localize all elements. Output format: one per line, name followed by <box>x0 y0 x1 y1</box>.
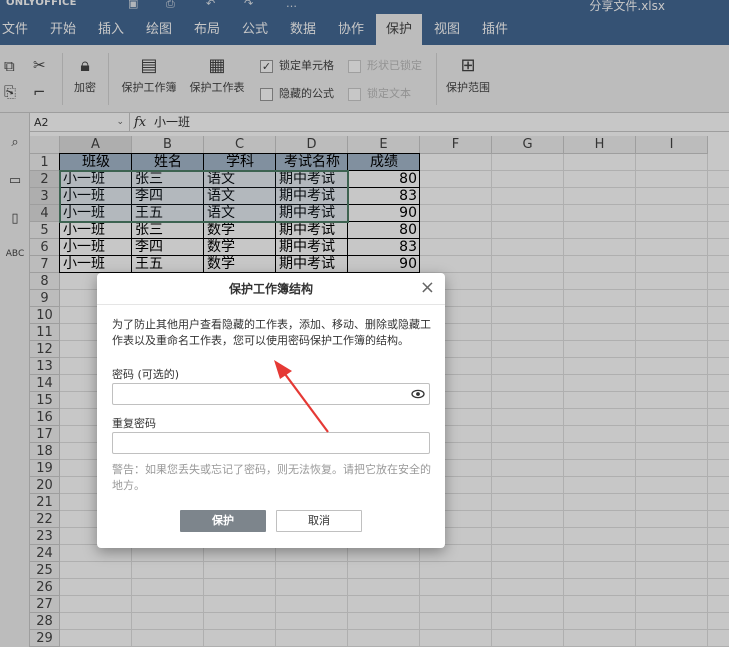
repeat-password-label: 重复密码 <box>112 417 156 430</box>
eye-icon[interactable] <box>411 387 425 401</box>
dialog-description: 为了防止其他用户查看隐藏的工作表，添加、移动、删除或隐藏工作表以及重命名工作表，… <box>112 318 431 347</box>
close-icon[interactable]: × <box>420 278 435 298</box>
warning-text: 警告：如果您丢失或忘记了密码，则无法恢复。请把它放在安全的地方。 <box>112 463 431 492</box>
repeat-password-field[interactable] <box>112 432 430 454</box>
cancel-button[interactable]: 取消 <box>276 510 362 532</box>
password-field[interactable] <box>112 383 430 405</box>
dialog-title: 保护工作簿结构 <box>97 273 445 305</box>
protect-button[interactable]: 保护 <box>180 510 266 532</box>
protect-workbook-dialog: 保护工作簿结构 × 为了防止其他用户查看隐藏的工作表，添加、移动、删除或隐藏工作… <box>97 273 445 548</box>
password-label: 密码 (可选的) <box>112 368 180 381</box>
